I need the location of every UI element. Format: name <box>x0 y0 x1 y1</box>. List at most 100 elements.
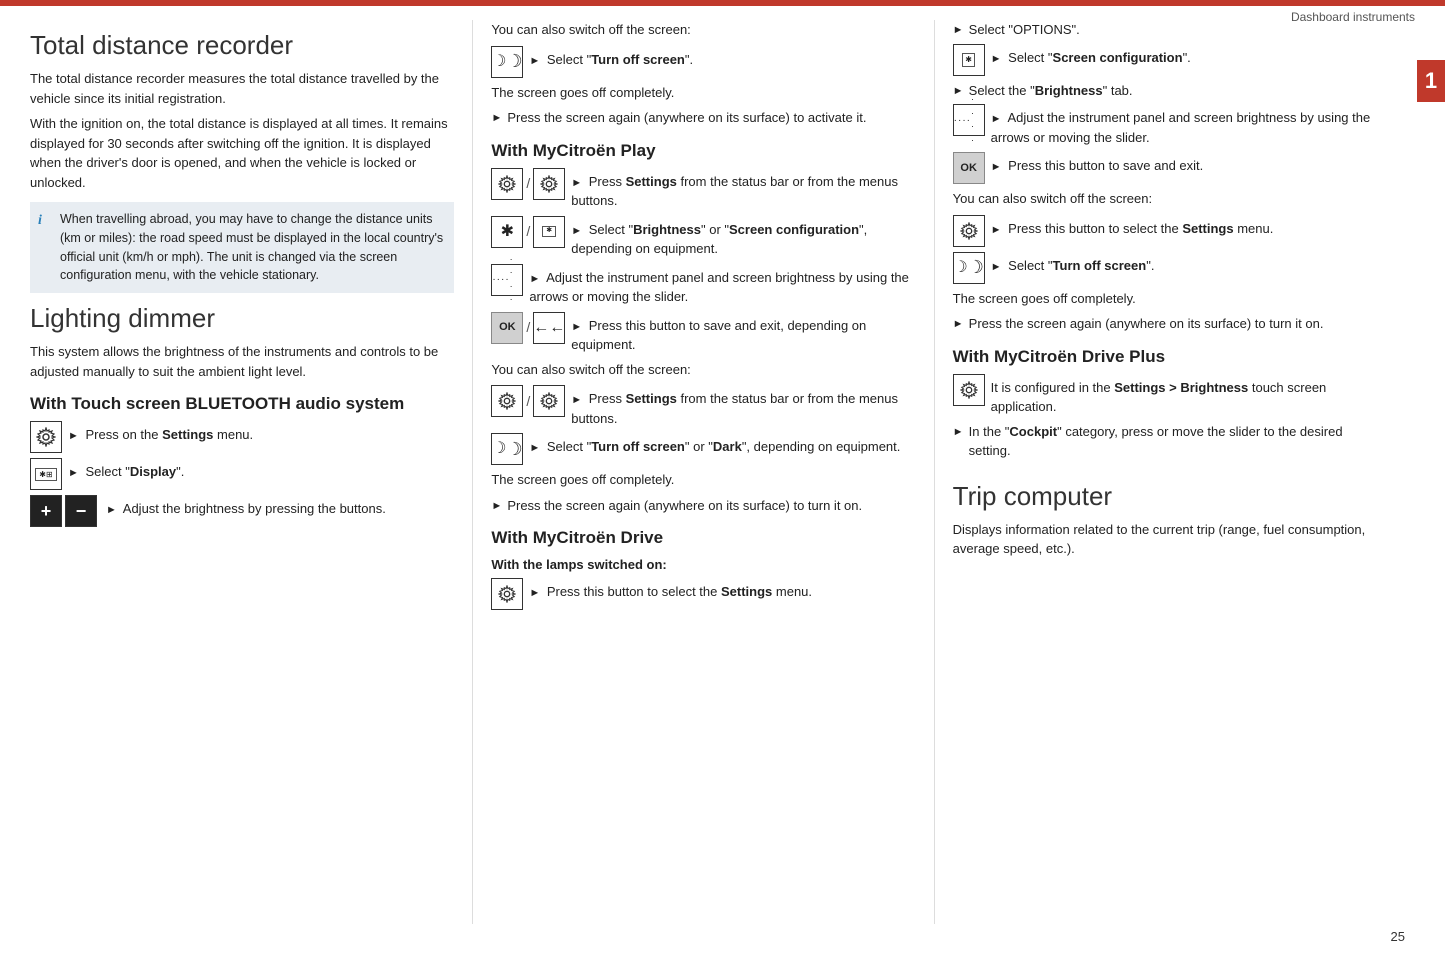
col3-screen-off: The screen goes off completely. <box>953 289 1377 309</box>
gear-icon-2 <box>491 168 523 200</box>
screen-icon-1: ✱ <box>533 216 565 248</box>
gear-icon-7 <box>953 215 985 247</box>
arrow-3: ► <box>106 504 117 516</box>
gear-icon-4 <box>491 385 523 417</box>
slash-1: / <box>526 173 530 194</box>
info-box-text: When travelling abroad, you may have to … <box>60 212 443 282</box>
instr-col3-drive-plus: It is configured in the Settings > Brigh… <box>953 374 1377 417</box>
gear-icon-1 <box>30 421 62 453</box>
instr-play-row6: ☽ ► Select "Turn off screen" or "Dark", … <box>491 433 915 465</box>
press-again-text-1: Press the screen again (anywhere on its … <box>507 108 866 128</box>
column-3: ► Select "OPTIONS". ✱ ► Select "Screen c… <box>935 20 1395 924</box>
icon-pair-1: / <box>491 168 565 200</box>
col2-intro: You can also switch off the screen: <box>491 20 915 40</box>
icon-pair-3: OK / ← <box>491 312 565 344</box>
screen-config-icon: ✱ <box>953 44 985 76</box>
instr-play-row4: OK / ← ► Press this button to save and e… <box>491 312 915 355</box>
section-touch-screen-title: With Touch screen BLUETOOTH audio system <box>30 393 454 415</box>
instr-col3-text4: ► Press this button to select the Settin… <box>991 215 1377 239</box>
column-1: Total distance recorder The total distan… <box>30 20 472 924</box>
screen-off-text-2: The screen goes off completely. <box>491 470 915 490</box>
slash-3: / <box>526 317 530 338</box>
instr-col3-row1: ✱ ► Select "Screen configuration". <box>953 44 1377 76</box>
instr-brightness-row: + − ► Adjust the brightness by pressing … <box>30 495 454 527</box>
instr-col3-text1: ► Select "Screen configuration". <box>991 44 1377 68</box>
col3-options-text: Select "OPTIONS". <box>969 20 1080 40</box>
dots-icon-1: · · · · <box>491 264 523 296</box>
section-drive-title: With MyCitroën Drive <box>491 527 915 549</box>
instr-play-text2: ► Select "Brightness" or "Screen configu… <box>571 216 915 259</box>
instr-play-row1: / ► Press Settings from the status bar o… <box>491 168 915 211</box>
gear-icon-3 <box>533 168 565 200</box>
dots-icon-2: · · · · <box>953 104 985 136</box>
trip-p1: Displays information related to the curr… <box>953 520 1377 559</box>
instr-col3-row4: ► Press this button to select the Settin… <box>953 215 1377 247</box>
instr-play-text4: ► Press this button to save and exit, de… <box>571 312 915 355</box>
bullet-arrow-4: ► <box>953 83 969 100</box>
gear-icon-6 <box>491 578 523 610</box>
bullet-arrow-2: ► <box>491 498 507 515</box>
icon-pair-2: ✱ / ✱ <box>491 216 565 248</box>
instr-display-row: ✱⊞ ► Select "Display". <box>30 458 454 490</box>
instr-moon-row: ☽ ► Select "Turn off screen". <box>491 46 915 78</box>
gear-icon-8 <box>953 374 985 406</box>
ok-icon-2: OK <box>953 152 985 184</box>
instr-play-row5: / ► Press Settings from the status bar o… <box>491 385 915 428</box>
column-2: You can also switch off the screen: ☽ ► … <box>473 20 933 924</box>
instr-play-text1: ► Press Settings from the status bar or … <box>571 168 915 211</box>
top-bar <box>0 0 1445 6</box>
col3-drive-plus-cockpit: ► In the "Cockpit" category, press or mo… <box>953 422 1377 461</box>
instr-col3-text3: ► Press this button to save and exit. <box>991 152 1377 176</box>
slash-4: / <box>526 391 530 412</box>
bullet-arrow-6: ► <box>953 424 969 441</box>
instr-col3-drive-plus-text: It is configured in the Settings > Brigh… <box>991 374 1377 417</box>
instr-col3-text5: ► Select "Turn off screen". <box>991 252 1377 276</box>
instr-brightness-text: ► Adjust the brightness by pressing the … <box>106 495 454 519</box>
col2-also-switch: You can also switch off the screen: <box>491 360 915 380</box>
press-again-row-1: ► Press the screen again (anywhere on it… <box>491 108 915 128</box>
col3-brightness-tab-text: Select the "Brightness" tab. <box>969 81 1133 101</box>
bullet-arrow-1: ► <box>491 110 507 127</box>
back-icon-1: ← <box>533 312 565 344</box>
col3-also-switch: You can also switch off the screen: <box>953 189 1377 209</box>
moon-icon-2: ☽ <box>491 433 523 465</box>
instr-display-text: ► Select "Display". <box>68 458 454 482</box>
col3-brightness-tab-row: ► Select the "Brightness" tab. <box>953 81 1377 101</box>
col3-press-again-text: Press the screen again (anywhere on its … <box>969 314 1324 334</box>
section-play-title: With MyCitroën Play <box>491 140 915 162</box>
instr-play-text6: ► Select "Turn off screen" or "Dark", de… <box>529 433 915 457</box>
display-icon: ✱⊞ <box>30 458 62 490</box>
instr-moon-text: ► Select "Turn off screen". <box>529 46 915 70</box>
instr-drive-row1: ► Press this button to select the Settin… <box>491 578 915 610</box>
instr-drive-text1: ► Press this button to select the Settin… <box>529 578 915 602</box>
instr-play-text3: ► Adjust the instrument panel and screen… <box>529 264 915 307</box>
gear-icon-5 <box>533 385 565 417</box>
instr-play-text5: ► Press Settings from the status bar or … <box>571 385 915 428</box>
instr-settings-text: ► Press on the Settings menu. <box>68 421 454 445</box>
main-content: Total distance recorder The total distan… <box>30 20 1395 924</box>
instr-col3-row5: ☽ ► Select "Turn off screen". <box>953 252 1377 284</box>
arrow-1: ► <box>68 430 79 442</box>
instr-play-row3: · · · · ► Adjust the instrument panel an… <box>491 264 915 307</box>
tab-number: 1 <box>1425 68 1437 93</box>
instr-col3-text2: ► Adjust the instrument panel and screen… <box>991 104 1377 147</box>
instr-settings-row: ► Press on the Settings menu. <box>30 421 454 453</box>
col3-options-row: ► Select "OPTIONS". <box>953 20 1377 40</box>
col3-press-again: ► Press the screen again (anywhere on it… <box>953 314 1377 334</box>
press-again-text-2: Press the screen again (anywhere on its … <box>507 496 862 516</box>
section-lighting-dimmer-title: Lighting dimmer <box>30 303 454 334</box>
total-distance-p2: With the ignition on, the total distance… <box>30 114 454 192</box>
col3-cockpit-text: In the "Cockpit" category, press or move… <box>969 422 1377 461</box>
lamps-label: With the lamps switched on: <box>491 555 915 575</box>
sun-icon-1: ✱ <box>491 216 523 248</box>
moon-icon-1: ☽ <box>491 46 523 78</box>
ok-icon-1: OK <box>491 312 523 344</box>
page-number: 25 <box>1391 929 1405 944</box>
page-tab: 1 <box>1417 60 1445 102</box>
section-total-distance-title: Total distance recorder <box>30 30 454 61</box>
screen-off-text-1: The screen goes off completely. <box>491 83 915 103</box>
section-drive-plus-title: With MyCitroën Drive Plus <box>953 346 1377 368</box>
bullet-arrow-3: ► <box>953 22 969 39</box>
total-distance-p1: The total distance recorder measures the… <box>30 69 454 108</box>
icon-pair-4: / <box>491 385 565 417</box>
